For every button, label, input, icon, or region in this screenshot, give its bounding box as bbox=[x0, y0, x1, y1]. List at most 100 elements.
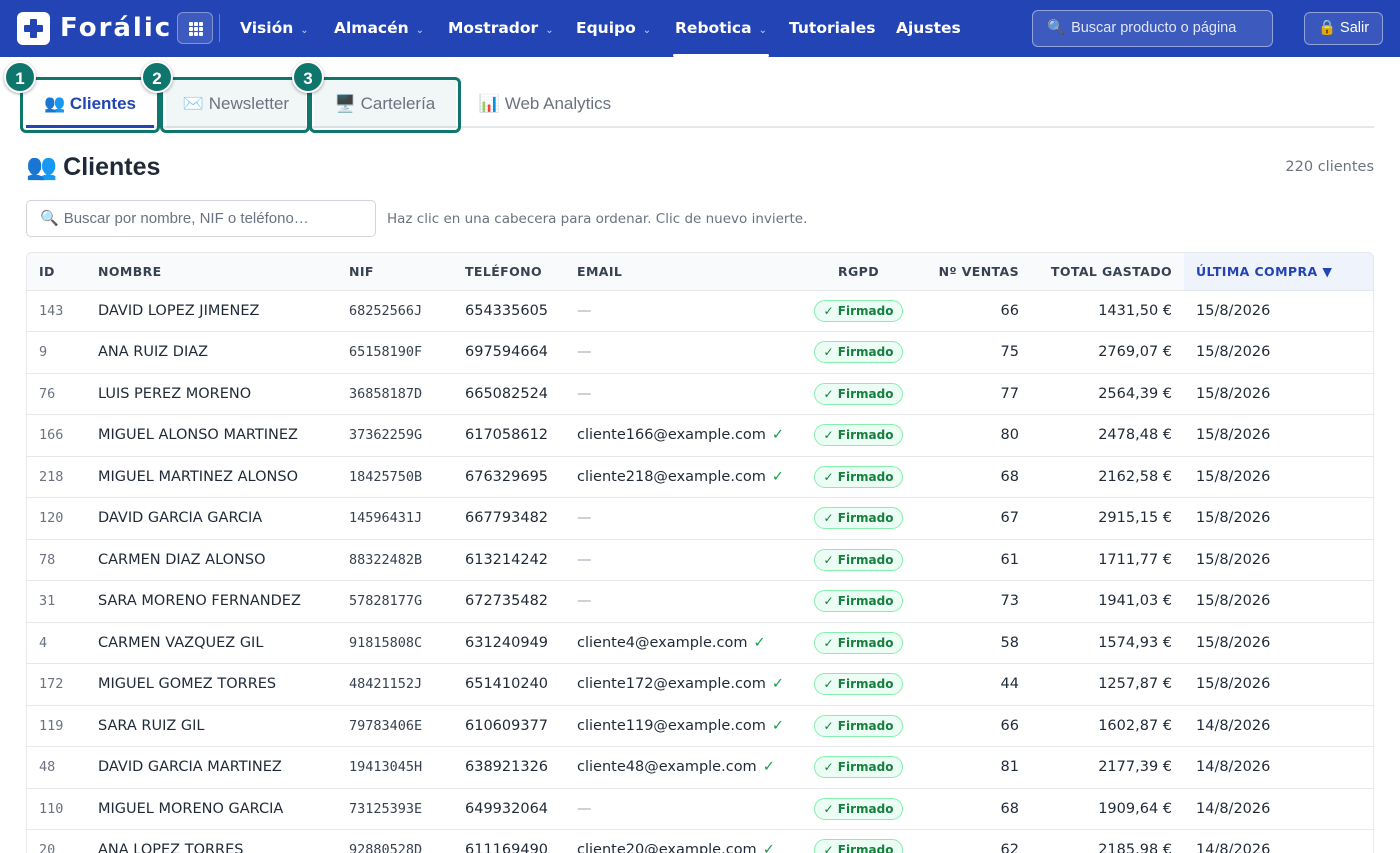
cell-telefono: 611169490 bbox=[453, 829, 565, 853]
email-text: — bbox=[577, 800, 592, 817]
nav-rebotica[interactable]: Rebotica ⌄ bbox=[673, 0, 769, 57]
col-header-nif[interactable]: NIF bbox=[337, 253, 453, 291]
cell-nif: 88322482B bbox=[337, 539, 453, 581]
cell-rgpd: ✓ Firmado bbox=[797, 622, 920, 664]
nav-equipo[interactable]: Equipo ⌄ bbox=[576, 0, 651, 57]
cell-ultima-compra: 14/8/2026 bbox=[1184, 746, 1373, 789]
table-row[interactable]: 20 ANA LOPEZ TORRES 92880528D 611169490 clie… bbox=[27, 829, 1373, 853]
rgpd-status-badge: ✓ Firmado bbox=[813, 382, 904, 405]
nav-ajustes[interactable]: Ajustes bbox=[896, 0, 961, 57]
cell-rgpd: ✓ Firmado bbox=[797, 373, 920, 415]
table-row[interactable]: 120 DAVID GARCIA GARCIA 14596431J 667793482… bbox=[27, 497, 1373, 540]
table-row[interactable]: 76 LUIS PEREZ MORENO 36858187D 665082524 — ✓ … bbox=[27, 373, 1373, 415]
cell-nombre: DAVID LOPEZ JIMENEZ bbox=[86, 290, 337, 332]
rgpd-status-badge: ✓ Firmado bbox=[813, 465, 904, 488]
cell-id: 48 bbox=[27, 746, 86, 789]
tab-web-analytics[interactable]: 📊 Web Analytics bbox=[472, 80, 618, 128]
cell-ultima-compra: 15/8/2026 bbox=[1184, 373, 1373, 415]
logout-button[interactable]: 🔒 Salir bbox=[1304, 12, 1383, 45]
cell-nif: 14596431J bbox=[337, 497, 453, 540]
nav-almacen[interactable]: Almacén ⌄ bbox=[334, 0, 424, 57]
page-title: 👥 Clientes bbox=[26, 150, 160, 184]
logo-icon[interactable] bbox=[17, 12, 50, 45]
table-row[interactable]: 110 MIGUEL MORENO GARCIA 73125393E 64993206… bbox=[27, 788, 1373, 830]
email-text: cliente48@example.com bbox=[577, 759, 757, 776]
check-icon: ✓ bbox=[762, 759, 775, 776]
client-search-input[interactable]: 🔍 Buscar por nombre, NIF o teléfono… bbox=[26, 200, 376, 237]
col-header-ventas[interactable]: Nº VENTAS bbox=[920, 253, 1031, 291]
nav-vision[interactable]: Visión ⌄ bbox=[240, 0, 309, 57]
email-text: — bbox=[577, 593, 592, 610]
cell-ultima-compra: 15/8/2026 bbox=[1184, 414, 1373, 457]
cell-email: — bbox=[565, 580, 797, 623]
global-search-input[interactable]: 🔍 Buscar producto o página bbox=[1032, 10, 1273, 47]
cell-ventas: 62 bbox=[920, 829, 1031, 853]
apps-grid-button[interactable] bbox=[177, 12, 213, 44]
cell-ventas: 67 bbox=[920, 497, 1031, 540]
cell-rgpd: ✓ Firmado bbox=[797, 331, 920, 374]
table-row[interactable]: 4 CARMEN VAZQUEZ GIL 91815808C 631240949 cli… bbox=[27, 622, 1373, 664]
table-row[interactable]: 119 SARA RUIZ GIL 79783406E 610609377 client… bbox=[27, 705, 1373, 747]
cell-telefono: 667793482 bbox=[453, 497, 565, 540]
cell-total: 1431,50 € bbox=[1031, 290, 1184, 332]
cell-nif: 57828177G bbox=[337, 580, 453, 623]
check-icon: ✓ bbox=[771, 717, 785, 734]
app-name[interactable]: Forálic bbox=[60, 11, 172, 45]
cell-telefono: 631240949 bbox=[453, 622, 565, 664]
top-nav-bar: Forálic Visión ⌄ Almacén ⌄ Mostrador ⌄ Equi… bbox=[0, 0, 1400, 57]
col-header-total[interactable]: TOTAL GASTADO bbox=[1031, 253, 1184, 291]
table-row[interactable]: 48 DAVID GARCIA MARTINEZ 19413045H 63892132… bbox=[27, 746, 1373, 789]
cell-ventas: 80 bbox=[920, 414, 1031, 457]
email-text: cliente172@example.com bbox=[577, 676, 766, 693]
cell-id: 20 bbox=[27, 829, 86, 853]
cell-ventas: 66 bbox=[920, 290, 1031, 332]
chevron-down-icon: ⌄ bbox=[758, 25, 767, 36]
cell-telefono: 613214242 bbox=[453, 539, 565, 581]
table-row[interactable]: 78 CARMEN DIAZ ALONSO 88322482B 613214242 — ✓… bbox=[27, 539, 1373, 581]
sort-hint: Haz clic en una cabecera para ordenar. C… bbox=[387, 211, 808, 227]
table-row[interactable]: 9 ANA RUIZ DIAZ 65158190F 697594664 — ✓ Firma… bbox=[27, 331, 1373, 374]
check-icon: ✓ bbox=[753, 634, 766, 651]
step-badge-2: 2 bbox=[141, 61, 173, 93]
col-header-ultima-compra[interactable]: ÚLTIMA COMPRA ▼ bbox=[1184, 253, 1373, 291]
col-header-email[interactable]: EMAIL bbox=[565, 253, 797, 291]
email-text: cliente4@example.com bbox=[577, 634, 748, 651]
nav-mostrador[interactable]: Mostrador ⌄ bbox=[448, 0, 554, 57]
email-text: — bbox=[577, 510, 592, 527]
cell-telefono: 665082524 bbox=[453, 373, 565, 415]
cell-email: — bbox=[565, 331, 797, 374]
cell-rgpd: ✓ Firmado bbox=[797, 290, 920, 332]
cell-email: cliente48@example.com ✓ bbox=[565, 746, 797, 789]
cell-nombre: DAVID GARCIA GARCIA bbox=[86, 497, 337, 540]
cell-id: 110 bbox=[27, 788, 86, 830]
table-row[interactable]: 143 DAVID LOPEZ JIMENEZ 68252566J 654335605… bbox=[27, 290, 1373, 332]
table-row[interactable]: 218 MIGUEL MARTINEZ ALONSO 18425750B 676329… bbox=[27, 456, 1373, 498]
cell-rgpd: ✓ Firmado bbox=[797, 580, 920, 623]
cell-nif: 68252566J bbox=[337, 290, 453, 332]
cell-nif: 79783406E bbox=[337, 705, 453, 747]
table-row[interactable]: 172 MIGUEL GOMEZ TORRES 48421152J 651410240… bbox=[27, 663, 1373, 706]
cell-nombre: DAVID GARCIA MARTINEZ bbox=[86, 746, 337, 789]
table-row[interactable]: 31 SARA MORENO FERNANDEZ 57828177G 67273548… bbox=[27, 580, 1373, 623]
cell-id: 78 bbox=[27, 539, 86, 581]
col-header-telefono[interactable]: TELÉFONO bbox=[453, 253, 565, 291]
cell-total: 2564,39 € bbox=[1031, 373, 1184, 415]
cell-id: 76 bbox=[27, 373, 86, 415]
table-row[interactable]: 166 MIGUEL ALONSO MARTINEZ 37362259G 617058… bbox=[27, 414, 1373, 457]
cell-ventas: 73 bbox=[920, 580, 1031, 623]
cell-nombre: ANA RUIZ DIAZ bbox=[86, 331, 337, 374]
nav-tutoriales[interactable]: Tutoriales bbox=[789, 0, 875, 57]
cell-rgpd: ✓ Firmado bbox=[797, 663, 920, 706]
cell-ultima-compra: 15/8/2026 bbox=[1184, 539, 1373, 581]
cell-ultima-compra: 15/8/2026 bbox=[1184, 456, 1373, 498]
col-header-rgpd[interactable]: RGPD bbox=[797, 253, 920, 291]
check-icon: ✓ bbox=[771, 427, 785, 444]
cell-total: 1941,03 € bbox=[1031, 580, 1184, 623]
email-text: cliente166@example.com bbox=[577, 427, 766, 444]
cell-ventas: 81 bbox=[920, 746, 1031, 789]
rgpd-status-badge: ✓ Firmado bbox=[813, 341, 904, 364]
tour-highlight-3 bbox=[309, 77, 461, 133]
col-header-id[interactable]: ID bbox=[27, 253, 86, 291]
chevron-down-icon: ⌄ bbox=[415, 25, 425, 36]
col-header-nombre[interactable]: NOMBRE bbox=[86, 253, 337, 291]
